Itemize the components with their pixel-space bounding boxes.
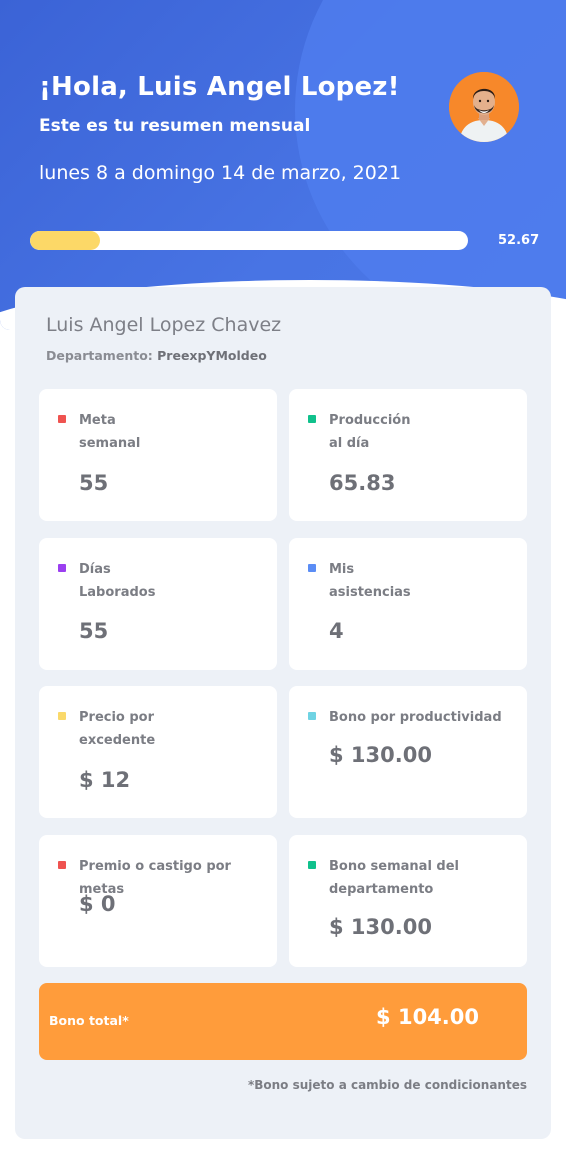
card-value: 55 [79, 471, 109, 495]
card-label: Bono semanal del departamento [329, 859, 460, 897]
total-bonus-label: Bono total* [49, 1013, 129, 1028]
progress-bar-fill [30, 231, 101, 250]
card-value: 65.83 [329, 471, 396, 495]
date-range: lunes 8 a domingo 14 de marzo, 2021 [39, 162, 402, 184]
department-value: PreexpYMoldeo [157, 348, 267, 363]
summary-panel: Luis Angel Lopez Chavez Departamento: Pr… [15, 287, 551, 1139]
card-value: $ 12 [79, 768, 131, 792]
footnote: *Bono sujeto a cambio de condicionantes [247, 1078, 527, 1092]
avatar-photo-icon [449, 72, 519, 142]
total-bonus-value: $ 104.00 [376, 1005, 479, 1029]
card-value: $ 130.00 [329, 743, 432, 767]
card-label: Precio por excedente [79, 710, 156, 748]
card-label: Bono por productividad [329, 710, 502, 725]
department-line: Departamento: PreexpYMoldeo [46, 348, 267, 363]
card-label: Días Laborados [79, 562, 156, 600]
header-banner: ¡Hola, Luis Angel Lopez! Este es tu resu… [0, 0, 566, 330]
card-value: $ 0 [79, 892, 116, 916]
card-value: 55 [79, 619, 109, 643]
legend-square-icon [58, 861, 66, 869]
card-daily-production[interactable]: Producción al día 65.83 [289, 389, 527, 521]
greeting-title: ¡Hola, Luis Angel Lopez! [39, 72, 400, 102]
card-excess-price[interactable]: Precio por excedente $ 12 [39, 686, 277, 818]
user-avatar[interactable] [449, 72, 519, 142]
card-label: Mis asistencias [329, 562, 411, 600]
card-value: $ 130.00 [329, 915, 432, 939]
legend-square-icon [58, 415, 66, 423]
progress-bar [30, 231, 468, 250]
card-label: Meta semanal [79, 413, 141, 451]
total-bonus-banner[interactable]: Bono total* $ 104.00 [39, 983, 527, 1060]
card-days-worked[interactable]: Días Laborados 55 [39, 538, 277, 670]
card-productivity-bonus[interactable]: Bono por productividad $ 130.00 [289, 686, 527, 818]
legend-square-icon [58, 712, 66, 720]
legend-square-icon [308, 712, 316, 720]
summary-subtitle: Este es tu resumen mensual [39, 116, 311, 136]
card-goal-reward[interactable]: Premio o castigo por metas $ 0 [39, 835, 277, 967]
employee-name: Luis Angel Lopez Chavez [46, 314, 282, 336]
card-weekly-goal[interactable]: Meta semanal 55 [39, 389, 277, 521]
legend-square-icon [308, 861, 316, 869]
card-my-attendance[interactable]: Mis asistencias 4 [289, 538, 527, 670]
department-label: Departamento: [46, 348, 153, 363]
progress-value: 52.67 [498, 233, 540, 248]
card-value: 4 [329, 619, 344, 643]
card-label: Producción al día [329, 413, 411, 451]
card-department-weekly-bonus[interactable]: Bono semanal del departamento $ 130.00 [289, 835, 527, 967]
legend-square-icon [58, 564, 66, 572]
legend-square-icon [308, 564, 316, 572]
legend-square-icon [308, 415, 316, 423]
